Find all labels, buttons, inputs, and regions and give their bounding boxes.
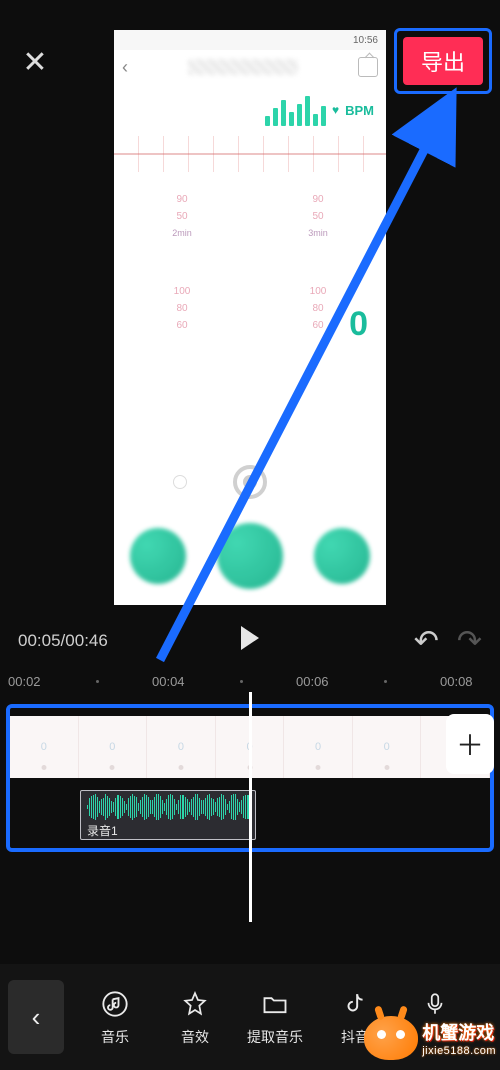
export-button[interactable]: 导出 xyxy=(403,37,483,85)
time-display: 00:05/00:46 xyxy=(18,631,108,651)
play-button[interactable] xyxy=(235,626,265,656)
preview-blob xyxy=(130,528,186,584)
record-button-icon xyxy=(233,465,267,499)
watermark-title: 机蟹游戏 xyxy=(422,1019,494,1045)
redo-button[interactable]: ↷ xyxy=(457,624,482,659)
ruler-dot xyxy=(96,680,99,683)
toolbar-label: 音效 xyxy=(181,1027,209,1047)
star-icon xyxy=(178,987,212,1021)
grid-val: 50 xyxy=(312,211,323,222)
add-clip-button[interactable]: ＋ xyxy=(448,716,492,772)
ruler-tick: 00:06 xyxy=(296,674,329,689)
ruler-tick: 00:08 xyxy=(440,674,473,689)
grid-time: 2min xyxy=(172,228,192,238)
ruler-dot xyxy=(384,680,387,683)
clip-thumb: 0 xyxy=(384,741,390,753)
watermark-url: jixie5188.com xyxy=(422,1045,496,1057)
toolbar-sfx[interactable]: 音效 xyxy=(156,987,234,1047)
music-note-icon xyxy=(98,987,132,1021)
share-icon xyxy=(358,57,378,77)
ruler-tick: 00:02 xyxy=(8,674,41,689)
heart-icon: ♥ xyxy=(332,103,339,117)
clip-thumb: 0 xyxy=(315,741,321,753)
audio-clip[interactable]: 录音1 xyxy=(80,790,256,840)
grid-val: 100 xyxy=(174,286,191,297)
toolbar-label: 音乐 xyxy=(101,1027,129,1047)
bpm-bars-icon xyxy=(265,94,326,126)
toolbar-label: 提取音乐 xyxy=(247,1027,303,1047)
ruler-tick: 00:04 xyxy=(152,674,185,689)
toolbar-extract[interactable]: 提取音乐 xyxy=(236,987,314,1047)
grid-val: 80 xyxy=(312,303,323,314)
waveform-icon xyxy=(87,794,249,820)
watermark-logo-icon xyxy=(364,1016,418,1060)
audio-clip-label: 录音1 xyxy=(87,822,249,839)
big-number: 0 xyxy=(349,305,368,344)
close-button[interactable]: ✕ xyxy=(14,41,56,83)
toolbar-back-button[interactable]: ‹ xyxy=(8,980,64,1054)
grid-val: 60 xyxy=(176,320,187,331)
playhead[interactable] xyxy=(249,692,252,922)
grid-val: 90 xyxy=(176,194,187,205)
record-small-icon xyxy=(173,475,187,489)
back-chevron-icon: ‹ xyxy=(122,57,128,78)
clip-thumb: 0 xyxy=(41,741,47,753)
preview-title xyxy=(188,59,298,75)
preview-blob xyxy=(314,528,370,584)
bpm-label: BPM xyxy=(345,103,374,118)
clip-thumb: 0 xyxy=(109,741,115,753)
statusbar-time: 10:56 xyxy=(353,35,378,46)
video-preview[interactable]: 10:56 ‹ ♥ BPM 90502min 90503min 1008060 … xyxy=(114,30,386,605)
grid-val: 50 xyxy=(176,211,187,222)
folder-icon xyxy=(258,987,292,1021)
grid-val: 100 xyxy=(310,286,327,297)
preview-blob xyxy=(217,523,283,589)
preview-nav: ‹ xyxy=(114,50,386,84)
watermark: 机蟹游戏 jixie5188.com xyxy=(364,1016,496,1060)
toolbar-music[interactable]: 音乐 xyxy=(76,987,154,1047)
grid-val: 90 xyxy=(312,194,323,205)
grid-val: 60 xyxy=(312,320,323,331)
clip-thumb: 0 xyxy=(178,741,184,753)
play-icon xyxy=(241,626,259,650)
statusbar: 10:56 xyxy=(114,30,386,50)
ecg-chart xyxy=(114,136,386,172)
grid-val: 80 xyxy=(176,303,187,314)
ruler-dot xyxy=(240,680,243,683)
undo-button[interactable]: ↶ xyxy=(414,624,439,659)
grid-time: 3min xyxy=(308,228,328,238)
export-highlight: 导出 xyxy=(394,28,492,94)
